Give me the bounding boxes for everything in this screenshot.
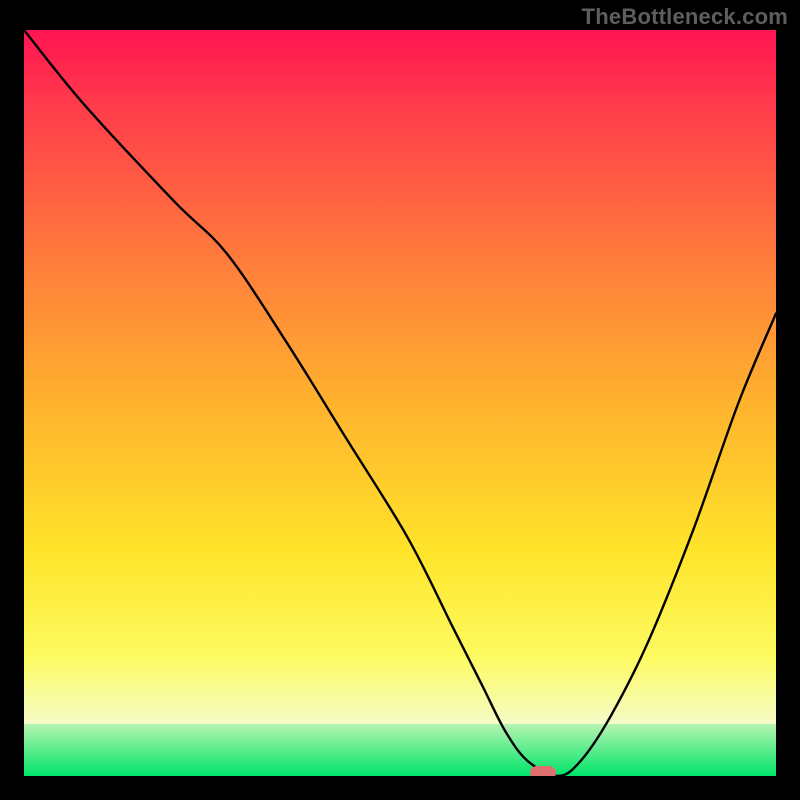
gradient-background [24,30,776,776]
chart-frame: TheBottleneck.com [0,0,800,800]
optimal-marker [530,766,556,776]
plot-area [24,30,776,776]
watermark-text: TheBottleneck.com [582,4,788,30]
plot-svg [24,30,776,776]
